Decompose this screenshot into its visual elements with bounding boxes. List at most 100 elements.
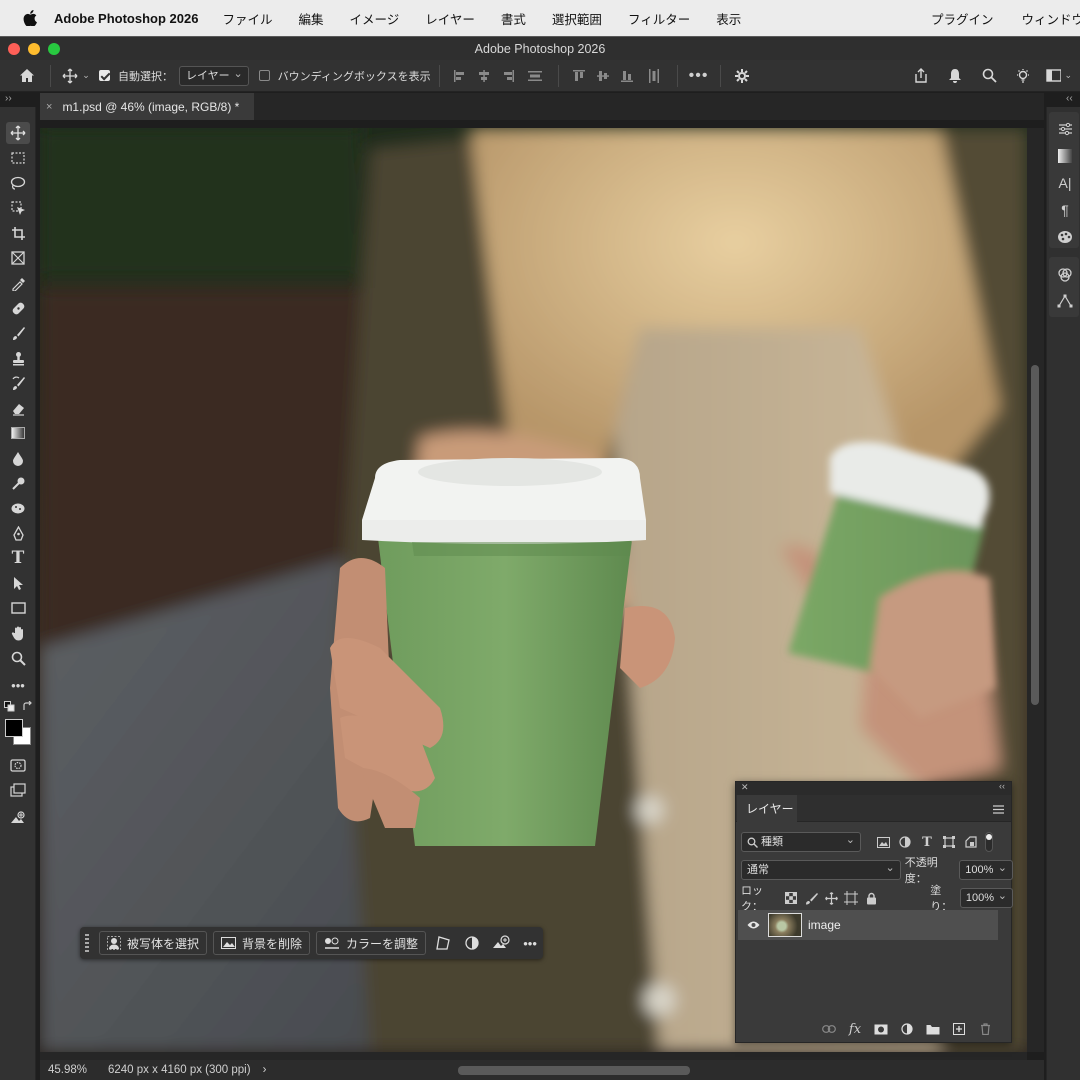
- gear-icon[interactable]: [729, 64, 755, 88]
- lock-transparent-icon[interactable]: [782, 888, 800, 908]
- document-tab[interactable]: × m1.psd @ 46% (image, RGB/8) *: [40, 93, 254, 120]
- move-tool-icon[interactable]: [6, 122, 30, 144]
- sponge-tool-icon[interactable]: [6, 497, 30, 519]
- distribute-vertical-icon[interactable]: [639, 64, 669, 88]
- menu-window[interactable]: ウィンドウ: [1021, 9, 1080, 28]
- character-panel-icon[interactable]: A|: [1054, 172, 1076, 194]
- screen-mode-icon[interactable]: [6, 779, 30, 801]
- generative-edit-icon[interactable]: [6, 807, 30, 829]
- close-panel-icon[interactable]: ✕: [741, 782, 749, 793]
- lightbulb-icon[interactable]: [1012, 64, 1034, 88]
- fill-input[interactable]: 100%: [959, 887, 1014, 908]
- menu-select[interactable]: 選択範囲: [552, 9, 602, 28]
- zoom-level[interactable]: 45.98%: [48, 1064, 108, 1076]
- lasso-tool-icon[interactable]: [6, 172, 30, 194]
- frame-tool-icon[interactable]: [6, 247, 30, 269]
- vertical-scroll-thumb[interactable]: [1031, 365, 1039, 705]
- home-icon[interactable]: [12, 64, 42, 88]
- distribute-icon[interactable]: [520, 64, 550, 88]
- filter-smart-object-icon[interactable]: [961, 832, 981, 852]
- align-vertical-center-icon[interactable]: [591, 64, 615, 88]
- layer-row[interactable]: image: [738, 910, 998, 940]
- horizontal-scroll-thumb[interactable]: [458, 1066, 690, 1075]
- eye-icon[interactable]: [747, 919, 760, 933]
- more-options-icon[interactable]: •••: [686, 64, 712, 88]
- pen-tool-icon[interactable]: [6, 522, 30, 544]
- foreground-color-swatch[interactable]: [5, 719, 23, 737]
- zoom-tool-icon[interactable]: [6, 647, 30, 669]
- align-right-icon[interactable]: [496, 64, 520, 88]
- type-tool-icon[interactable]: T: [6, 547, 30, 569]
- share-icon[interactable]: [910, 64, 932, 88]
- dodge-tool-icon[interactable]: [6, 472, 30, 494]
- eyedropper-tool-icon[interactable]: [6, 272, 30, 294]
- menu-layer[interactable]: レイヤー: [425, 9, 475, 28]
- horizontal-scrollbar[interactable]: [40, 1052, 1027, 1060]
- edit-toolbar-icon[interactable]: •••: [6, 674, 30, 696]
- object-selection-tool-icon[interactable]: [6, 197, 30, 219]
- align-bottom-icon[interactable]: [615, 64, 639, 88]
- remove-background-button[interactable]: 背景を削除: [213, 931, 311, 955]
- adjustment-layer-icon[interactable]: [460, 931, 484, 955]
- app-menu[interactable]: Adobe Photoshop 2026: [54, 11, 198, 26]
- apple-icon[interactable]: [20, 10, 40, 26]
- crop-tool-icon[interactable]: [6, 222, 30, 244]
- new-adjustment-layer-icon[interactable]: [897, 1019, 917, 1039]
- align-horizontal-center-icon[interactable]: [472, 64, 496, 88]
- collapse-toolbar-icon[interactable]: ››: [5, 93, 12, 107]
- layer-name[interactable]: image: [808, 918, 841, 932]
- marquee-tool-icon[interactable]: [6, 147, 30, 169]
- filter-adjustment-icon[interactable]: [895, 832, 915, 852]
- blur-tool-icon[interactable]: [6, 447, 30, 469]
- properties-panel-icon[interactable]: [1054, 118, 1076, 140]
- minimize-window-button[interactable]: [28, 43, 40, 55]
- filter-toggle[interactable]: [985, 832, 993, 852]
- path-selection-tool-icon[interactable]: [6, 572, 30, 594]
- fx-icon[interactable]: fx: [845, 1019, 865, 1039]
- filter-type-icon[interactable]: T: [917, 832, 937, 852]
- menu-edit[interactable]: 編集: [298, 9, 323, 28]
- align-top-icon[interactable]: [567, 64, 591, 88]
- link-layers-icon[interactable]: [819, 1019, 839, 1039]
- collapse-panel-icon[interactable]: ‹‹: [999, 781, 1005, 791]
- move-tool-preset-icon[interactable]: ⌄: [59, 64, 93, 88]
- lock-artboard-icon[interactable]: [842, 888, 860, 908]
- channels-panel-icon[interactable]: [1054, 263, 1076, 285]
- new-group-icon[interactable]: [923, 1019, 943, 1039]
- rectangle-tool-icon[interactable]: [6, 597, 30, 619]
- adjust-color-button[interactable]: カラーを調整: [316, 931, 427, 955]
- auto-select-target-dropdown[interactable]: レイヤー: [179, 65, 249, 86]
- layer-filter-dropdown[interactable]: 種類: [741, 831, 861, 852]
- blend-mode-dropdown[interactable]: 通常: [741, 859, 901, 880]
- menu-view[interactable]: 表示: [716, 9, 741, 28]
- paths-panel-icon[interactable]: [1054, 290, 1076, 312]
- healing-brush-tool-icon[interactable]: [6, 297, 30, 319]
- workspace-icon[interactable]: ⌄: [1046, 64, 1072, 88]
- default-colors-icon[interactable]: [2, 699, 16, 713]
- lock-all-icon[interactable]: [862, 888, 880, 908]
- bell-icon[interactable]: [944, 64, 966, 88]
- menu-plugins[interactable]: プラグイン: [931, 9, 994, 28]
- lock-position-icon[interactable]: [822, 888, 840, 908]
- add-mask-icon[interactable]: [871, 1019, 891, 1039]
- search-icon[interactable]: [978, 64, 1000, 88]
- lock-image-icon[interactable]: [802, 888, 820, 908]
- filter-shape-icon[interactable]: [939, 832, 959, 852]
- generative-fill-icon[interactable]: [489, 931, 513, 955]
- gradients-panel-icon[interactable]: [1054, 145, 1076, 167]
- close-window-button[interactable]: [8, 43, 20, 55]
- close-tab-icon[interactable]: ×: [46, 101, 52, 113]
- menu-image[interactable]: イメージ: [350, 9, 400, 28]
- menu-filter[interactable]: フィルター: [628, 9, 690, 28]
- gradient-tool-icon[interactable]: [6, 422, 30, 444]
- collapse-panels-icon[interactable]: ‹‹: [1066, 93, 1073, 107]
- clone-stamp-tool-icon[interactable]: [6, 347, 30, 369]
- auto-select-checkbox[interactable]: [99, 64, 110, 88]
- swap-colors-icon[interactable]: [20, 699, 34, 713]
- more-options-icon[interactable]: •••: [518, 931, 542, 955]
- status-info-arrow-icon[interactable]: ›: [263, 1064, 267, 1076]
- quick-mask-icon[interactable]: [6, 754, 30, 776]
- eraser-tool-icon[interactable]: [6, 397, 30, 419]
- menu-file[interactable]: ファイル: [222, 9, 272, 28]
- panel-menu-icon[interactable]: [993, 803, 1004, 817]
